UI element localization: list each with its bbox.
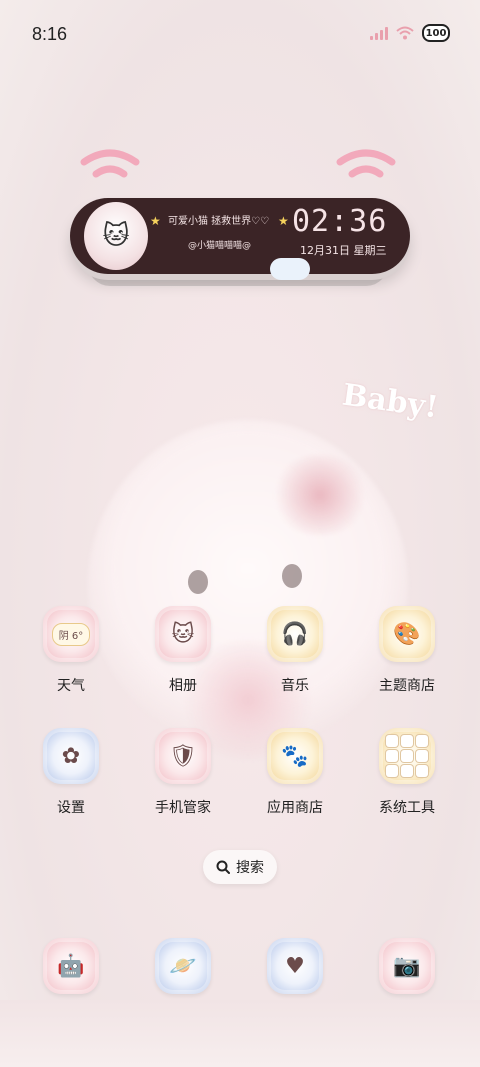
dock-area [0,1000,480,1067]
app-label: 天气 [57,678,85,694]
signal-icon [370,26,388,40]
hello-kitty-plush-icon: 🐱 [84,202,148,270]
search-label: 搜索 [236,860,264,876]
theme-store-icon: 🎨 [379,606,435,662]
app-settings[interactable]: ✿ 设置 [26,728,116,817]
battery-icon: 100 [422,24,450,42]
gallery-cat-icon: 🐱 [155,606,211,662]
app-gallery[interactable]: 🐱 相册 [138,606,228,695]
app-label: 主题商店 [379,678,435,694]
widget-date: 12月31日 星期三 [300,244,387,257]
star-icon: ★ [278,214,289,228]
wallpaper-cat-eye-right [282,564,302,588]
widget-clock-time: 02:36 [292,204,388,239]
app-label: 系统工具 [379,800,435,816]
app-app-store[interactable]: 🐾 应用商店 [250,728,340,817]
pink-wifi-deco-icon [80,149,140,178]
widget-subtitle: @小猫喵喵喵@ [188,241,252,251]
messages-planet-icon: 🪐 [155,938,211,994]
dock-camera[interactable]: 📷 [362,938,452,994]
camera-toast-icon: 📷 [379,938,435,994]
app-label: 手机管家 [155,800,211,816]
status-bar: 8:16 100 [0,0,480,60]
wifi-icon [396,26,414,40]
pink-wifi-deco-icon [336,149,396,178]
app-label: 音乐 [281,678,309,694]
cloud-deco-icon [270,258,310,280]
app-label: 相册 [169,678,197,694]
app-label: 设置 [57,800,85,816]
music-cat-icon: 🎧 [267,606,323,662]
wallpaper-baby-text: Baby! [340,377,441,426]
app-music[interactable]: 🎧 音乐 [250,606,340,695]
app-label: 应用商店 [267,800,323,816]
app-system-tools-folder[interactable]: 系统工具 [362,728,452,817]
app-weather[interactable]: 阴 6° 天气 [26,606,116,695]
dock-browser[interactable]: ♥ [250,938,340,994]
search-icon [216,860,230,874]
wallpaper-bow [270,455,370,535]
system-tools-folder-icon [379,728,435,784]
dock-phone[interactable]: 🤖 [26,938,116,994]
clock-widget[interactable]: 🐱 ★ 可爱小猫 拯救世界♡♡ ★ @小猫喵喵喵@ 02:36 12月31日 星… [70,198,410,280]
settings-flower-icon: ✿ [43,728,99,784]
app-store-icon: 🐾 [267,728,323,784]
browser-cat-icon: ♥ [267,938,323,994]
phone-manager-icon: 🛡 [155,728,211,784]
weather-icon: 阴 6° [43,606,99,662]
dock-messages[interactable]: 🪐 [138,938,228,994]
app-theme-store[interactable]: 🎨 主题商店 [362,606,452,695]
status-icons: 100 [370,24,450,42]
app-phone-manager[interactable]: 🛡 手机管家 [138,728,228,817]
search-button[interactable]: 搜索 [203,850,277,884]
status-time: 8:16 [32,24,68,44]
phone-robot-icon: 🤖 [43,938,99,994]
widget-slogan: 可爱小猫 拯救世界♡♡ [168,216,270,227]
weather-badge: 阴 6° [51,622,91,646]
wallpaper-cat-eye-left [188,570,208,594]
star-icon: ★ [150,214,161,228]
